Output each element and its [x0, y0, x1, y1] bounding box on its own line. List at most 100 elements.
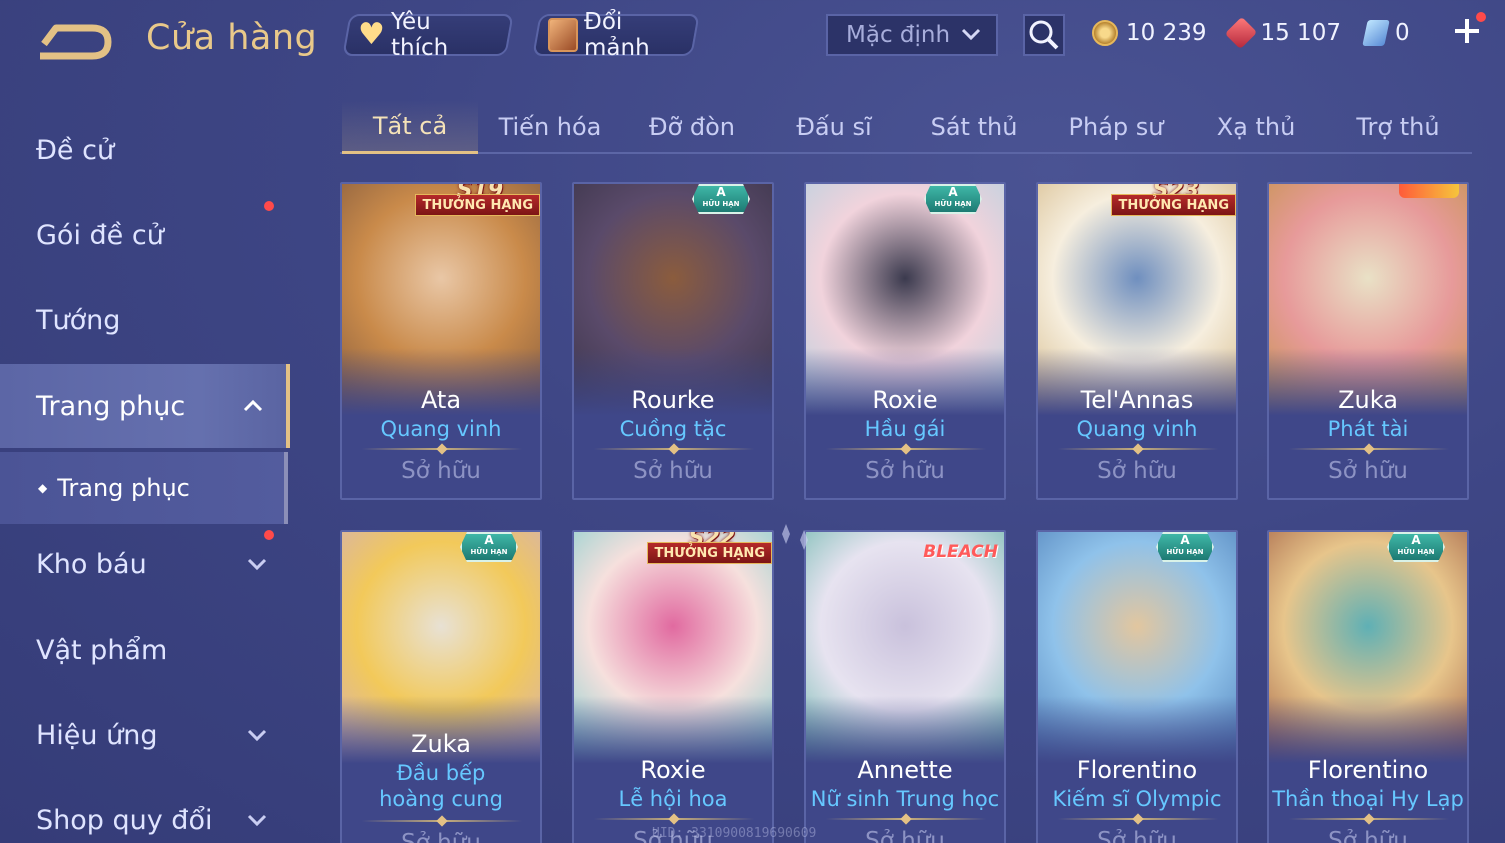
skin-name: Cuồng tặc	[619, 417, 727, 441]
hero-name: Zuka	[411, 730, 471, 758]
user-id-watermark: UID: 3310900819690609	[652, 826, 817, 841]
skin-card[interactable]: Roxie Lễ hội hoa Sở hữu S22 THƯỞNG HẠNG	[572, 530, 774, 843]
favorites-button[interactable]: ♥ Yêu thích	[342, 9, 514, 61]
skin-card[interactable]: Annette Nữ sinh Trung học Sở hữu BLEACH	[804, 530, 1006, 843]
sidebar-item-effects[interactable]: Hiệu ứng	[0, 693, 290, 777]
ticket-icon	[1362, 20, 1390, 46]
skin-name: Đầu bếp hoàng cung	[379, 761, 503, 812]
shard-chest-icon	[548, 18, 578, 52]
skin-name: Quang vinh	[1076, 417, 1198, 441]
hero-name: Florentino	[1307, 756, 1429, 784]
sidebar-subitem-label: Trang phục	[57, 474, 190, 502]
limited-badge-grade: A	[484, 533, 494, 547]
event-badge	[1399, 184, 1459, 198]
sidebar-item-items[interactable]: Vật phẩm	[0, 608, 290, 692]
limited-badge-label: HỮU HẠN	[1397, 548, 1435, 556]
hero-name: Roxie	[872, 386, 938, 414]
sidebar-item-label: Shop quy đổi	[36, 804, 213, 836]
search-button[interactable]	[1023, 14, 1065, 56]
skin-card[interactable]: Zuka Đầu bếp hoàng cung Sở hữu A HỮU HẠN	[340, 530, 542, 843]
add-currency-button[interactable]	[1450, 12, 1486, 48]
skin-card[interactable]: Ata Quang vinh Sở hữu S19 THƯỞNG HẠNG	[340, 182, 542, 500]
ownership-status: Sở hữu	[1328, 828, 1408, 843]
chevron-down-icon	[247, 814, 267, 827]
skin-card[interactable]: Roxie Hầu gái Sở hữu A HỮU HẠN	[804, 182, 1006, 500]
notification-dot	[1476, 12, 1486, 22]
limited-badge-grade: A	[1180, 533, 1190, 547]
skin-name: Thần thoại Hy Lạp	[1272, 787, 1464, 811]
sort-dropdown[interactable]: Mặc định	[826, 14, 998, 56]
tab-marksman[interactable]: Xạ thủ	[1188, 100, 1324, 154]
favorites-label: Yêu thích	[390, 9, 449, 61]
skin-card[interactable]: Rourke Cuồng tặc Sở hữu A HỮU HẠN	[572, 182, 774, 500]
gold-amount: 10 239	[1126, 20, 1207, 46]
skin-name: Nữ sinh Trung học	[810, 787, 1000, 811]
category-tabs: Tất cả Tiến hóa Đỡ đòn Đấu sĩ Sát thủ Ph…	[340, 100, 1472, 154]
currency-bar: 10 239 15 107 0	[1092, 14, 1434, 52]
hero-name: Roxie	[640, 756, 706, 784]
skin-card[interactable]: Zuka Phát tài Sở hữu	[1267, 182, 1469, 500]
sidebar-item-featured-bundles[interactable]: Gói đề cử	[0, 193, 290, 277]
page-title: Cửa hàng	[146, 18, 318, 58]
search-icon	[1029, 20, 1059, 50]
tab-tank[interactable]: Đỡ đòn	[624, 100, 760, 154]
limited-badge-grade: A	[1411, 533, 1421, 547]
tab-support[interactable]: Trợ thủ	[1330, 100, 1466, 154]
rank-reward-badge: THƯỞNG HẠNG	[1111, 194, 1236, 216]
sidebar-item-label: Tướng	[36, 304, 121, 336]
limited-badge-grade: A	[716, 185, 726, 199]
limited-badge: A HỮU HẠN	[1387, 532, 1445, 562]
limited-badge-grade: A	[948, 185, 958, 199]
skin-card[interactable]: Florentino Thần thoại Hy Lạp Sở hữu A HỮU HẠ…	[1267, 530, 1469, 843]
sidebar-subitem-skins[interactable]: ◆ Trang phục	[0, 452, 288, 524]
hero-name: Annette	[857, 756, 953, 784]
scroll-indicator-icon	[782, 524, 808, 550]
back-arrow-icon[interactable]	[34, 20, 114, 62]
ticket-currency: 0	[1362, 20, 1410, 46]
hero-name: Tel'Annas	[1080, 386, 1194, 414]
skin-card[interactable]: Tel'Annas Quang vinh Sở hữu S23 THƯỞNG HẠNG	[1036, 182, 1238, 500]
sidebar-item-label: Đề cử	[36, 134, 115, 166]
chevron-down-icon	[247, 558, 267, 571]
skin-name: Phát tài	[1327, 417, 1409, 441]
tab-all[interactable]: Tất cả	[342, 100, 478, 154]
hero-name: Florentino	[1076, 756, 1198, 784]
ownership-status: Sở hữu	[865, 458, 945, 484]
sidebar-item-heroes[interactable]: Tướng	[0, 278, 290, 362]
limited-badge-label: HỮU HẠN	[470, 548, 508, 556]
tab-evolution[interactable]: Tiến hóa	[482, 100, 618, 154]
sidebar-item-featured[interactable]: Đề cử	[0, 108, 290, 192]
rank-reward-badge: THƯỞNG HẠNG	[415, 194, 540, 216]
tab-mage[interactable]: Pháp sư	[1048, 100, 1184, 154]
hero-name: Zuka	[1338, 386, 1398, 414]
hero-name: Ata	[420, 386, 462, 414]
sidebar-item-exchange-shop[interactable]: Shop quy đổi	[0, 778, 290, 843]
hero-name: Rourke	[631, 386, 715, 414]
tab-fighter[interactable]: Đấu sĩ	[766, 100, 902, 154]
sidebar-item-label: Vật phẩm	[36, 634, 168, 666]
ownership-status: Sở hữu	[633, 458, 713, 484]
ownership-status: Sở hữu	[401, 830, 481, 843]
limited-badge: A HỮU HẠN	[460, 532, 518, 562]
limited-badge: A HỮU HẠN	[924, 184, 982, 214]
skin-card[interactable]: Florentino Kiếm sĩ Olympic Sở hữu A HỮU HẠN	[1036, 530, 1238, 843]
shard-exchange-button[interactable]: Đổi mảnh	[532, 9, 700, 61]
chevron-down-icon	[247, 729, 267, 742]
gold-currency: 10 239	[1092, 20, 1206, 46]
skin-name: Quang vinh	[380, 417, 502, 441]
limited-badge: A HỮU HẠN	[1156, 532, 1214, 562]
sidebar-item-label: Kho báu	[36, 548, 147, 580]
skin-name: Kiếm sĩ Olympic	[1052, 787, 1222, 811]
sidebar-item-skins[interactable]: Trang phục	[0, 364, 290, 448]
voucher-currency: 15 107	[1225, 16, 1341, 50]
ownership-status: Sở hữu	[1097, 458, 1177, 484]
tab-assassin[interactable]: Sát thủ	[906, 100, 1042, 154]
ruby-gem-icon	[1225, 16, 1258, 50]
ownership-status: Sở hữu	[1328, 458, 1408, 484]
chevron-up-icon	[243, 399, 263, 412]
sidebar-item-label: Trang phục	[36, 390, 186, 422]
sidebar-item-label: Gói đề cử	[36, 219, 164, 251]
gold-coin-icon	[1092, 20, 1118, 46]
sidebar-item-treasure[interactable]: Kho báu	[0, 522, 290, 606]
notification-dot	[264, 530, 274, 540]
